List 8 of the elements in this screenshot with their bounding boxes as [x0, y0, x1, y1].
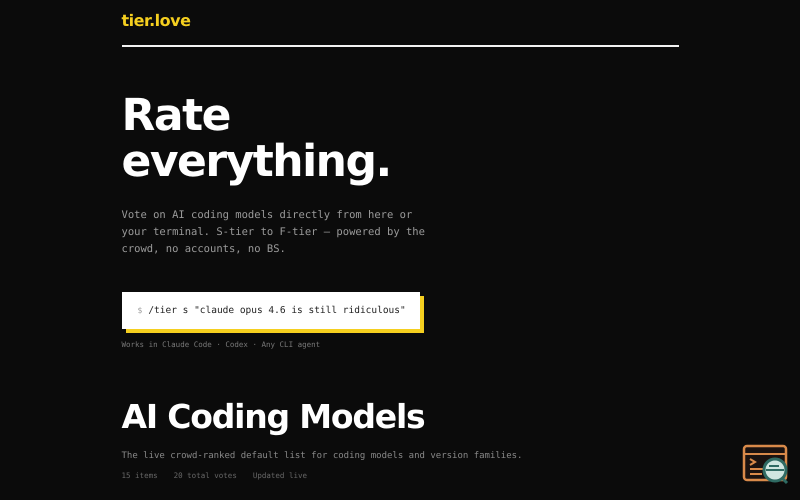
command-text: /tier s "claude opus 4.6 is still ridiculous" — [148, 305, 406, 316]
logo[interactable]: tier.love — [122, 11, 190, 31]
hero-title: everything. — [122, 139, 391, 185]
prompt-symbol: $ — [138, 306, 142, 315]
section-title: AI Coding Models — [122, 397, 425, 437]
hero-title: Rate — [122, 93, 230, 139]
section-description: The live crowd-ranked default list for coding models and version families. — [122, 451, 522, 461]
hero-description: Vote on AI coding models directly from here or your terminal. S-tier to F-tier — powered by the crowd, no accounts, no BS. — [122, 208, 426, 257]
